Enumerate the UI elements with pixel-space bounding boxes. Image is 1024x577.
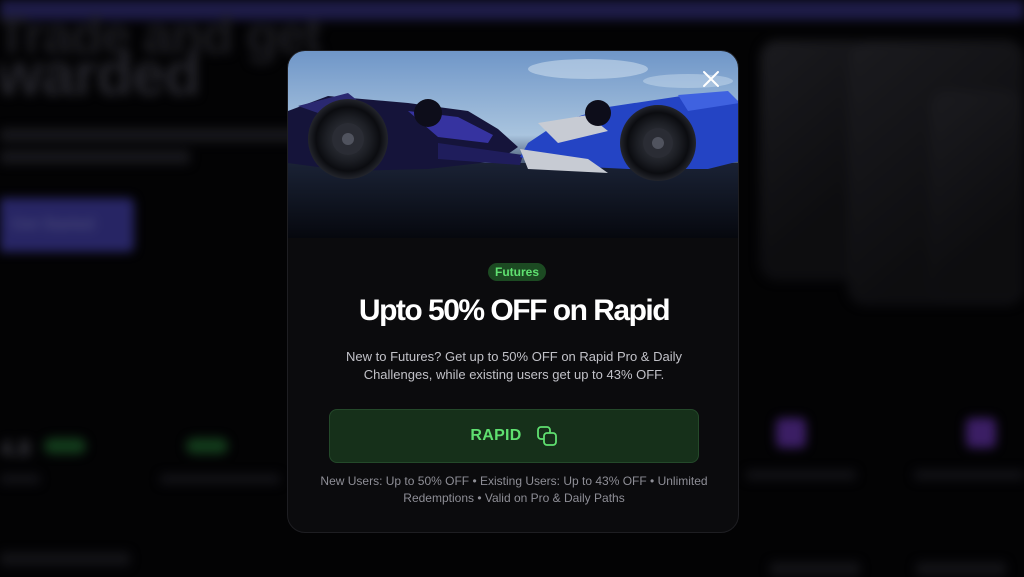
- modal-title: Upto 50% OFF on Rapid: [358, 294, 671, 327]
- promo-code-label: RAPID: [470, 427, 522, 444]
- modal-description: New to Futures? Get up to 50% OFF on Rap…: [346, 349, 682, 382]
- offer-terms: New Users: Up to 50% OFF • Existing User…: [320, 474, 708, 505]
- hero-image: [288, 51, 738, 238]
- close-icon: [703, 71, 719, 87]
- copy-code-button[interactable]: RAPID: [329, 409, 699, 463]
- promo-modal: Futures Upto 50% OFF on Rapid New to Fut…: [287, 50, 739, 533]
- copy-icon: [536, 426, 557, 446]
- category-tag: Futures: [488, 263, 547, 281]
- close-button[interactable]: [700, 68, 722, 90]
